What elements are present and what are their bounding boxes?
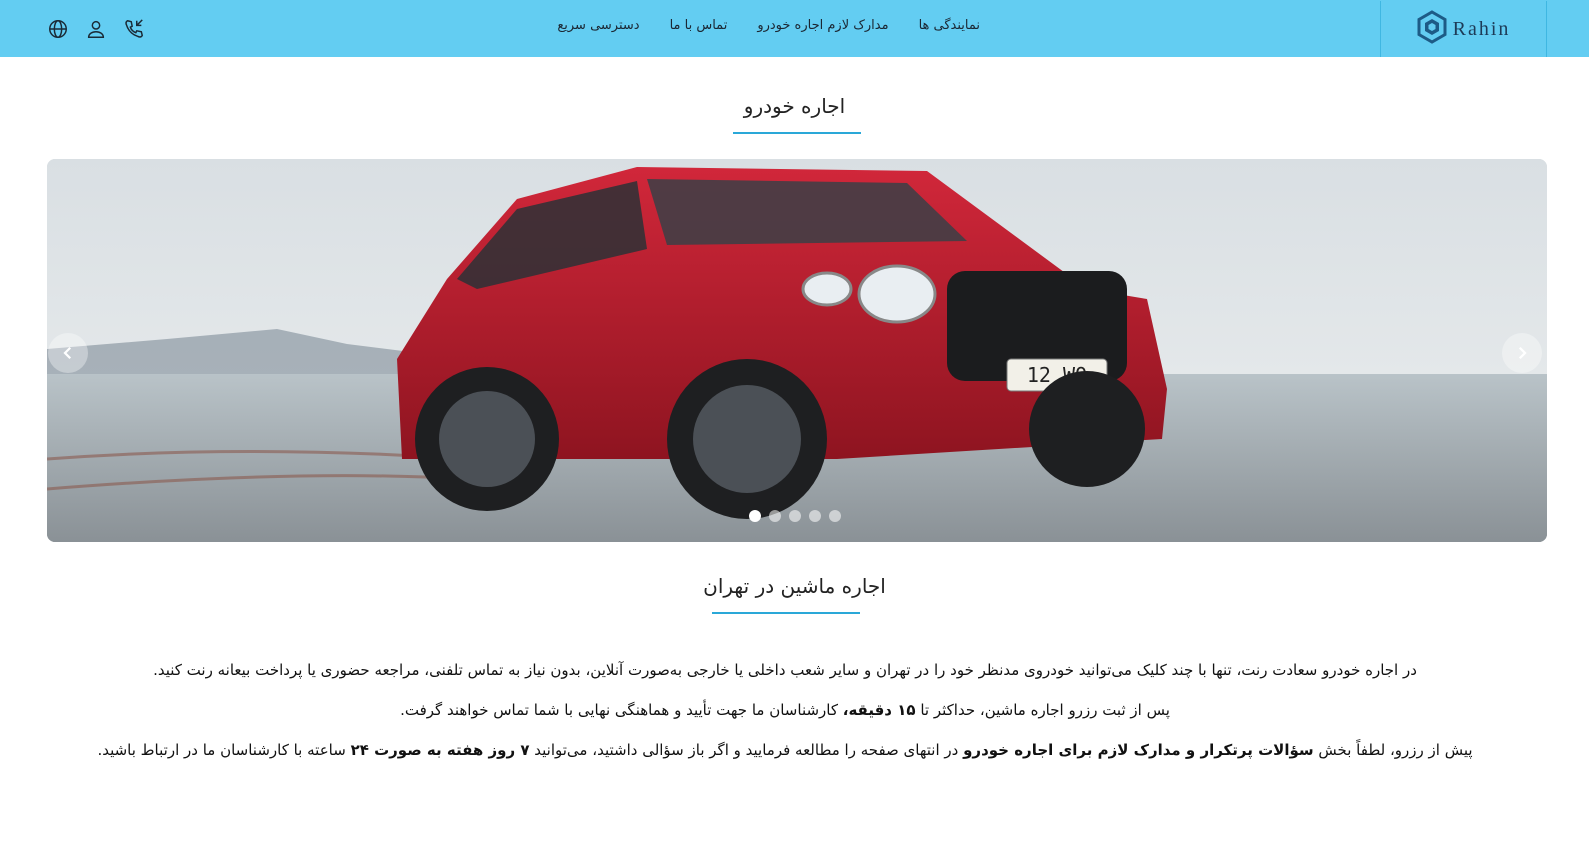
main-nav: نمایندگی ها مدارک لازم اجاره خودرو تماس … [540, 18, 980, 33]
carousel-dot[interactable] [748, 510, 761, 522]
faq-paragraph: پیش از رزرو، لطفاً بخش سؤالات پرتکرار و … [60, 741, 1510, 759]
carousel-next-button[interactable] [1502, 333, 1542, 373]
section-title: اجاره ماشین در تهران [703, 574, 886, 598]
confirmation-paragraph: پس از ثبت رزرو اجاره ماشین، حداکثر تا ۱۵… [60, 701, 1510, 719]
confirmation-text-a: پس از ثبت رزرو اجاره ماشین، حداکثر تا [915, 701, 1170, 719]
header-icons [46, 17, 146, 41]
phone-icon[interactable] [122, 17, 146, 41]
faq-text-c: ساعته با کارشناسان ما در ارتباط باشید. [97, 741, 351, 759]
logo-text: Rahin [1452, 17, 1511, 40]
carousel-dot[interactable] [768, 510, 781, 522]
hero-title-underline [733, 132, 861, 134]
carousel-indicators [0, 510, 1589, 522]
confirmation-time: ۱۵ دقیقه، [842, 701, 916, 719]
top-navbar: نمایندگی ها مدارک لازم اجاره خودرو تماس … [0, 0, 1589, 57]
carousel-dot[interactable] [828, 510, 841, 522]
logo[interactable]: Rahin [1380, 1, 1547, 57]
hero-title: اجاره خودرو [743, 94, 846, 118]
faq-text-a: پیش از رزرو، لطفاً بخش [1313, 741, 1473, 759]
support-hours: ۷ روز هفته به صورت ۲۴ [350, 741, 530, 759]
confirmation-text-b: کارشناسان ما جهت تأیید و هماهنگی نهایی ب… [400, 701, 843, 719]
globe-icon[interactable] [46, 17, 70, 41]
nav-item-quick-access[interactable]: دسترسی سریع [557, 18, 639, 33]
hexagon-logo-icon [1417, 10, 1447, 48]
nav-item-contact[interactable]: تماس با ما [670, 18, 728, 33]
faq-link-text: سؤالات پرتکرار و مدارک لازم برای اجاره خ… [963, 741, 1314, 759]
user-icon[interactable] [84, 17, 108, 41]
nav-item-required-documents[interactable]: مدارک لازم اجاره خودرو [757, 18, 888, 33]
nav-item-agencies[interactable]: نمایندگی ها [919, 18, 980, 33]
carousel-dot[interactable] [808, 510, 821, 522]
section-title-underline [712, 612, 860, 614]
carousel-dot[interactable] [788, 510, 801, 522]
image-carousel[interactable]: 12 WO [47, 159, 1547, 542]
carousel-prev-button[interactable] [48, 333, 88, 373]
car-photo: 12 WO [47, 159, 1547, 542]
faq-text-b: در انتهای صفحه را مطالعه فرمایید و اگر ب… [529, 741, 964, 759]
intro-paragraph: در اجاره خودرو سعادت رنت، تنها با چند کل… [153, 661, 1417, 679]
